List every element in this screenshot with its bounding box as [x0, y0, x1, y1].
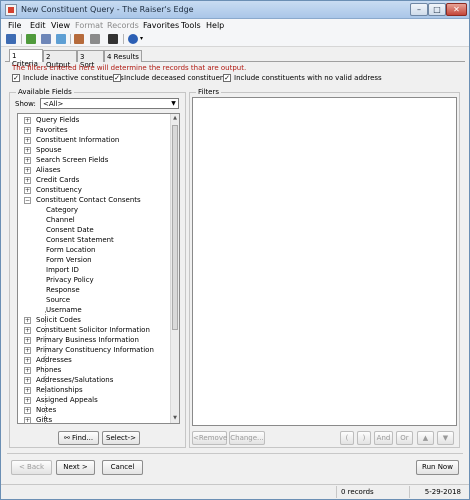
menu-favorites[interactable]: Favorites [143, 21, 179, 30]
tab-sort[interactable]: 3 Sort [77, 50, 104, 69]
close-paren-button[interactable]: ) [357, 431, 371, 445]
select-button[interactable]: Select-> [102, 431, 140, 445]
window-title: New Constituent Query - The Raiser's Edg… [21, 5, 194, 14]
status-date: 5-29-2018 [409, 486, 467, 498]
menu-bar: File Edit View Format Records Favorites … [1, 19, 469, 32]
expand-icon[interactable]: + [24, 117, 31, 124]
move-up-button[interactable]: ▲ [417, 431, 434, 445]
expand-icon[interactable]: + [24, 367, 31, 374]
query-icon[interactable] [55, 33, 68, 45]
menu-view[interactable]: View [51, 21, 70, 30]
help-icon[interactable] [127, 33, 140, 45]
filter-note: The filters entered here will determine … [12, 64, 247, 72]
menu-file[interactable]: File [8, 21, 21, 30]
change-button[interactable]: Change... [229, 431, 265, 445]
expand-icon[interactable]: + [24, 147, 31, 154]
close-button[interactable]: ✕ [446, 3, 467, 16]
chevron-down-icon[interactable]: ▾ [140, 33, 147, 45]
expand-icon[interactable]: + [24, 397, 31, 404]
expand-icon[interactable]: + [24, 167, 31, 174]
chevron-down-icon: ▼ [171, 100, 176, 107]
title-bar: New Constituent Query - The Raiser's Edg… [1, 1, 469, 19]
tree-scrollbar[interactable]: ▲ ▼ [170, 114, 179, 423]
collapse-icon[interactable]: − [24, 197, 31, 204]
expand-icon[interactable]: + [24, 327, 31, 334]
toolbar: ▾ [1, 32, 469, 47]
move-down-button[interactable]: ▼ [437, 431, 454, 445]
expand-icon[interactable]: + [24, 387, 31, 394]
find-button[interactable]: ⚯ Find... [58, 431, 99, 445]
menu-edit[interactable]: Edit [30, 21, 46, 30]
show-label: Show: [15, 100, 36, 108]
remove-button[interactable]: <Remove [192, 431, 227, 445]
expand-icon[interactable]: + [24, 417, 31, 423]
back-button[interactable]: < Back [11, 460, 52, 475]
expand-icon[interactable]: + [24, 157, 31, 164]
record-count: 0 records [336, 486, 409, 498]
check-icon: ✓ [12, 74, 20, 82]
scroll-down-icon[interactable]: ▼ [171, 414, 179, 423]
next-button[interactable]: Next > [56, 460, 95, 475]
arrow-down-icon: ▼ [442, 434, 449, 442]
available-fields-title: Available Fields [16, 88, 74, 96]
tab-criteria[interactable]: 1 Criteria [9, 49, 43, 68]
arrow-up-icon: ▲ [422, 434, 429, 442]
check-icon: ✓ [113, 74, 121, 82]
menu-format[interactable]: Format [75, 21, 103, 30]
menu-tools[interactable]: Tools [181, 21, 201, 30]
maximize-button[interactable]: □ [428, 3, 446, 16]
merge-icon[interactable] [40, 33, 53, 45]
open-paren-button[interactable]: ( [340, 431, 354, 445]
menu-records[interactable]: Records [107, 21, 139, 30]
show-select[interactable]: <All> ▼ [40, 98, 179, 109]
properties-icon[interactable] [73, 33, 86, 45]
expand-icon[interactable]: + [24, 187, 31, 194]
menu-help[interactable]: Help [206, 21, 224, 30]
cancel-button[interactable]: Cancel [102, 460, 143, 475]
print-icon[interactable] [89, 33, 102, 45]
tab-output[interactable]: 2 Output [43, 50, 77, 69]
expand-icon[interactable]: + [24, 357, 31, 364]
save-icon[interactable] [5, 33, 18, 45]
expand-icon[interactable]: + [24, 137, 31, 144]
binoculars-icon: ⚯ [63, 434, 73, 442]
filters-title: Filters [196, 88, 221, 96]
expand-icon[interactable]: + [24, 317, 31, 324]
export-icon[interactable] [25, 33, 38, 45]
app-icon [5, 4, 17, 16]
or-button[interactable]: Or [396, 431, 413, 445]
minimize-button[interactable]: – [410, 3, 428, 16]
status-bar: 0 records 5-29-2018 [1, 484, 469, 499]
available-fields-tree[interactable]: + Query Fields + Favorites + Constituent In… [17, 113, 180, 424]
scroll-thumb[interactable] [172, 125, 178, 330]
scroll-up-icon[interactable]: ▲ [171, 114, 179, 123]
expand-icon[interactable]: + [24, 337, 31, 344]
expand-icon[interactable]: + [24, 127, 31, 134]
tab-results[interactable]: 4 Results [104, 50, 142, 62]
expand-icon[interactable]: + [24, 177, 31, 184]
check-icon: ✓ [223, 74, 231, 82]
filters-list[interactable] [192, 97, 457, 426]
query-window: New Constituent Query - The Raiser's Edg… [0, 0, 470, 500]
and-button[interactable]: And [374, 431, 393, 445]
expand-icon[interactable]: + [24, 347, 31, 354]
expand-icon[interactable]: + [24, 407, 31, 414]
expand-icon[interactable]: + [24, 377, 31, 384]
binoculars-icon[interactable] [107, 33, 120, 45]
run-now-button[interactable]: Run Now [416, 460, 459, 475]
